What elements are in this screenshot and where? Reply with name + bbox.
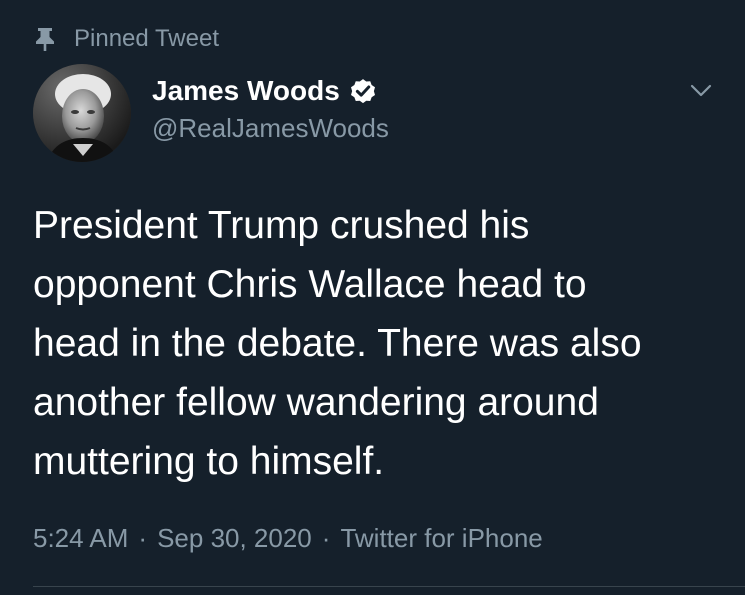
meta-separator: ·: [321, 523, 331, 553]
verified-badge-icon: [348, 76, 378, 106]
display-name[interactable]: James Woods: [152, 74, 340, 108]
tweet-text: President Trump crushed his opponent Chr…: [33, 204, 642, 483]
pinned-label: Pinned Tweet: [74, 25, 219, 52]
more-options-chevron-down-icon[interactable]: [687, 78, 715, 102]
avatar[interactable]: [33, 64, 131, 162]
tweet-meta: 5:24 AM · Sep 30, 2020 · Twitter for iPh…: [33, 520, 543, 556]
pin-icon: [34, 26, 56, 52]
tweet-time[interactable]: 5:24 AM: [33, 520, 128, 556]
author-block[interactable]: James Woods @RealJamesWoods: [152, 74, 389, 144]
tweet-date[interactable]: Sep 30, 2020: [157, 520, 312, 556]
divider: [33, 586, 745, 587]
pinned-indicator: Pinned Tweet: [34, 24, 219, 54]
meta-separator: ·: [138, 523, 148, 553]
tweet-card[interactable]: Pinned Tweet James Woods @RealJamesWoods…: [0, 0, 745, 595]
user-handle[interactable]: @RealJamesWoods: [152, 112, 389, 144]
tweet-source-link[interactable]: Twitter for iPhone: [340, 520, 542, 556]
